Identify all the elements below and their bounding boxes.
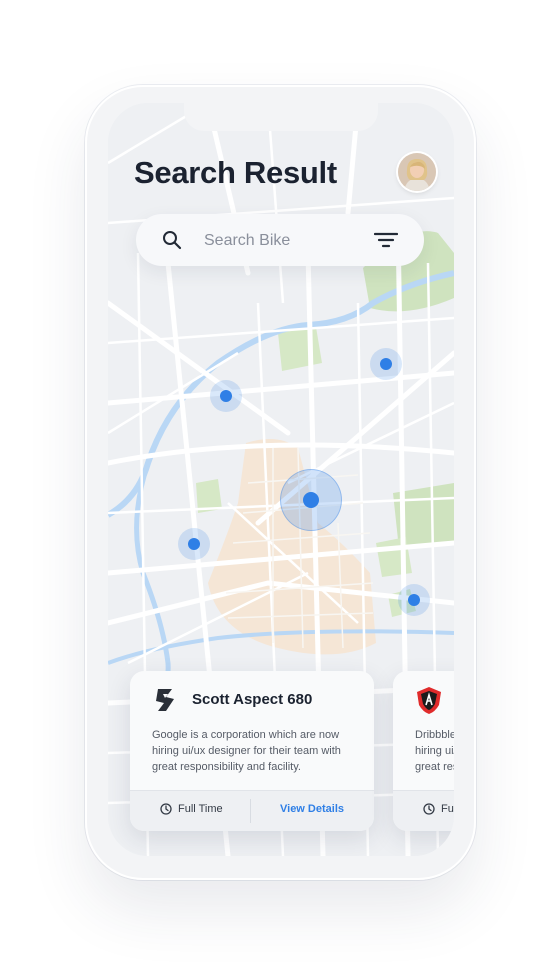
avatar[interactable] (398, 153, 436, 191)
job-type-label: Full Time (178, 803, 223, 815)
map-pin[interactable] (178, 528, 210, 560)
search-icon (163, 231, 182, 250)
search-bar[interactable] (136, 214, 424, 266)
map-pin[interactable] (370, 348, 402, 380)
phone-notch (184, 103, 378, 131)
card-footer: Fu (393, 790, 454, 831)
scott-logo (156, 689, 174, 711)
filter-icon[interactable] (374, 231, 398, 249)
map-pin[interactable] (210, 380, 242, 412)
bike-description: Google is a corporation which are now hi… (152, 729, 341, 773)
job-type: Full Time (160, 803, 223, 815)
card-footer: Full Time View Details (130, 790, 374, 831)
app-screen: Search Result Search Bike Scott Aspect 6… (108, 103, 454, 856)
result-card[interactable]: Scott Aspect 680 Google is a corporation… (130, 671, 374, 831)
bike-name: Scott Aspect 680 (192, 691, 313, 708)
clock-icon (423, 803, 435, 815)
search-input[interactable] (202, 228, 366, 254)
job-type: Fu (423, 803, 454, 815)
clock-icon (160, 803, 172, 815)
view-details-link[interactable]: View Details (280, 803, 344, 815)
map-pin[interactable] (398, 584, 430, 616)
footer-divider (250, 799, 251, 823)
page-title: Search Result (134, 155, 337, 190)
card-description: Dribbble hiring ui/ great res (415, 729, 454, 773)
result-card[interactable]: Dribbble hiring ui/ great res Fu (393, 671, 454, 831)
map-pin-selected[interactable] (280, 469, 342, 531)
shield-logo (417, 687, 441, 714)
job-type-label: Fu (441, 803, 454, 815)
park-area (376, 537, 412, 577)
